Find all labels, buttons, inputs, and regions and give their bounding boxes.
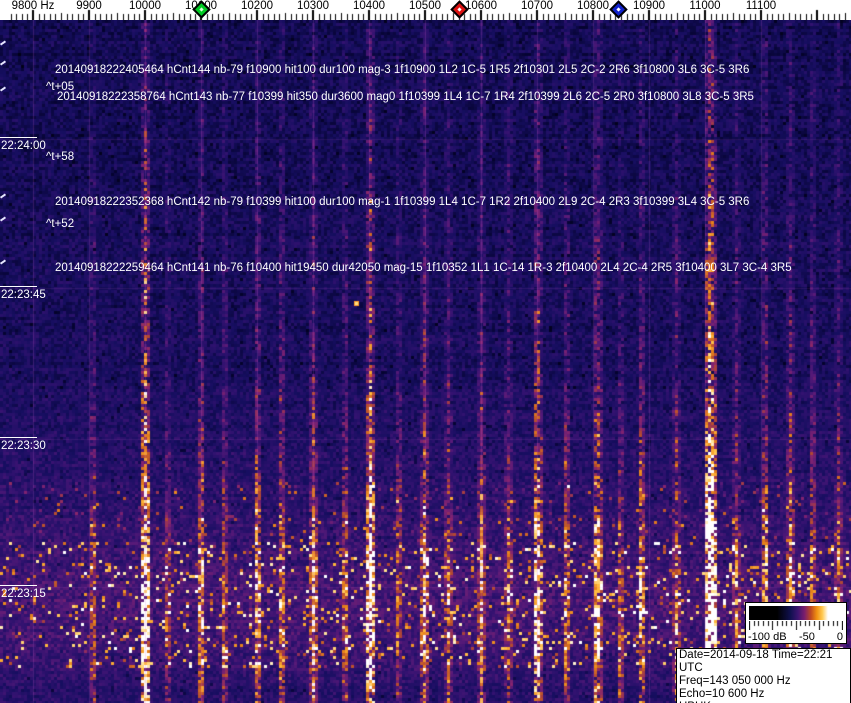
freq-tick-label: 10900 <box>633 0 665 12</box>
freq-tick-label: 10700 <box>521 0 553 12</box>
freq-tick-label: 9800 Hz <box>11 0 55 12</box>
freq-tick-label: 9900 <box>76 0 102 12</box>
frequency-axis: 9800 Hz990010000101001020010300104001050… <box>0 0 851 20</box>
colorbar-gradient <box>749 606 843 620</box>
spectrogram-app: 20140918222405464 hCnt144 nb-79 f10900 h… <box>0 0 851 703</box>
freq-tick-label: 10800 <box>577 0 609 12</box>
time-label: 22:23:30 <box>0 437 46 452</box>
info-box: Date=2014-09-18 Time=22:21 UTC Freq=143 … <box>676 648 851 703</box>
colorbar-label-max: 0 <box>836 631 843 643</box>
freq-tick-label: 10200 <box>241 0 273 12</box>
info-frequency-line: Freq=143 050 000 Hz <box>679 675 791 687</box>
colorbar-label-mid: -50 <box>799 631 815 643</box>
info-date-time-line: Date=2014-09-18 Time=22:21 UTC <box>679 649 833 674</box>
freq-tick-label: 10000 <box>129 0 161 12</box>
echo-annotation: 20140918222352368 hCnt142 nb-79 f10399 h… <box>55 196 750 208</box>
colorbar-labels: -100 dB -50 0 <box>746 630 846 643</box>
spectrogram-canvas[interactable] <box>0 20 851 703</box>
info-echo-line: Echo=10 600 Hz <box>679 688 765 700</box>
event-time-offset-label: ^t+58 <box>46 151 75 163</box>
freq-tick-label: 10600 <box>465 0 497 12</box>
freq-tick-label: 11100 <box>745 0 777 12</box>
freq-tick-label: 11000 <box>689 0 721 12</box>
freq-tick-label: 10500 <box>409 0 441 12</box>
colorbar-ruler <box>749 621 843 630</box>
marker-center-dot <box>456 7 462 12</box>
echo-annotation: 20140918222358764 hCnt143 nb-77 f10399 h… <box>57 91 754 103</box>
freq-tick-label: 10400 <box>353 0 385 12</box>
marker-center-dot <box>616 7 621 12</box>
echo-annotation: 20140918222259464 hCnt141 nb-76 f10400 h… <box>55 262 792 274</box>
marker-center-dot <box>199 7 204 12</box>
echo-annotation: 20140918222405464 hCnt144 nb-79 f10900 h… <box>55 64 750 76</box>
freq-tick-label: 10300 <box>297 0 329 12</box>
time-label: 22:23:45 <box>0 286 46 301</box>
time-label: 22:24:00 <box>0 137 46 152</box>
colorbar-label-min: -100 dB <box>748 631 787 643</box>
event-time-offset-label: ^t+52 <box>46 218 75 230</box>
colorbar-legend: -100 dB -50 0 <box>745 602 847 644</box>
time-label: 22:23:15 <box>0 585 46 600</box>
